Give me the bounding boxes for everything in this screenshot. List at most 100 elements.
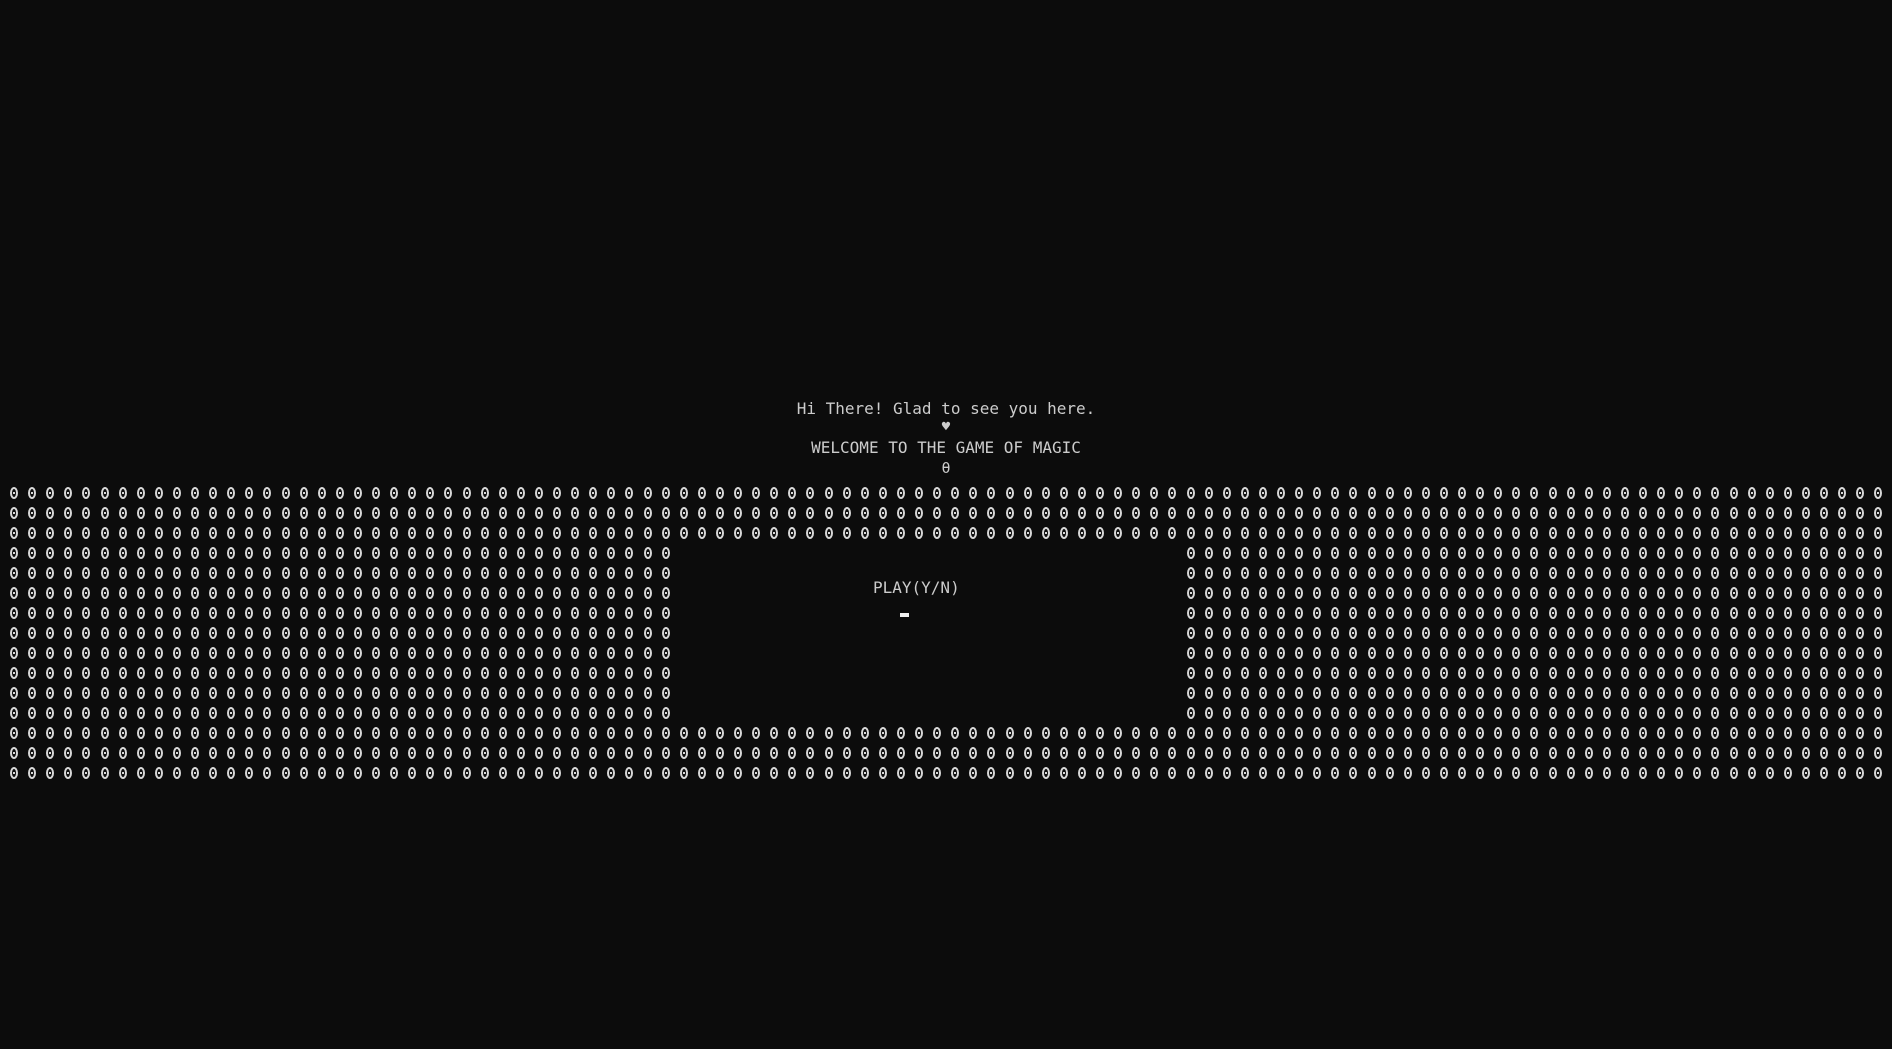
border-glyph bbox=[625, 547, 633, 559]
border-glyph bbox=[788, 767, 796, 779]
border-glyph bbox=[28, 547, 36, 559]
border-glyph bbox=[1060, 767, 1068, 779]
border-glyph bbox=[1838, 547, 1846, 559]
border-glyph bbox=[1132, 747, 1140, 759]
border-glyph bbox=[987, 767, 995, 779]
border-glyph bbox=[716, 747, 724, 759]
border-glyph bbox=[1784, 727, 1792, 739]
border-glyph bbox=[481, 527, 489, 539]
border-glyph bbox=[1748, 667, 1756, 679]
border-glyph bbox=[119, 587, 127, 599]
border-glyph bbox=[1404, 747, 1412, 759]
border-glyph bbox=[1422, 707, 1430, 719]
border-glyph bbox=[1494, 647, 1502, 659]
border-glyph bbox=[499, 487, 507, 499]
border-glyph bbox=[1711, 767, 1719, 779]
border-glyph bbox=[1675, 707, 1683, 719]
border-glyph bbox=[28, 527, 36, 539]
border-glyph bbox=[390, 647, 398, 659]
border-glyph bbox=[336, 727, 344, 739]
border-glyph bbox=[191, 547, 199, 559]
border-glyph bbox=[1657, 587, 1665, 599]
border-glyph bbox=[1494, 527, 1502, 539]
border-glyph bbox=[263, 747, 271, 759]
border-glyph bbox=[499, 647, 507, 659]
border-glyph bbox=[354, 487, 362, 499]
border-glyph bbox=[155, 587, 163, 599]
border-glyph bbox=[1404, 567, 1412, 579]
border-glyph bbox=[1277, 587, 1285, 599]
border-glyph bbox=[1585, 687, 1593, 699]
border-glyph bbox=[1784, 607, 1792, 619]
border-glyph bbox=[607, 707, 615, 719]
border-glyph bbox=[517, 527, 525, 539]
border-glyph bbox=[1114, 487, 1122, 499]
border-glyph bbox=[1042, 487, 1050, 499]
border-glyph bbox=[1711, 507, 1719, 519]
border-glyph bbox=[209, 647, 217, 659]
border-glyph bbox=[1874, 727, 1882, 739]
border-glyph bbox=[897, 527, 905, 539]
border-glyph bbox=[1693, 627, 1701, 639]
border-glyph bbox=[1675, 507, 1683, 519]
border-glyph bbox=[282, 747, 290, 759]
border-glyph bbox=[1675, 627, 1683, 639]
border-glyph bbox=[1458, 607, 1466, 619]
border-glyph bbox=[1368, 587, 1376, 599]
prompt-area[interactable] bbox=[668, 543, 1178, 719]
border-glyph bbox=[1223, 487, 1231, 499]
border-glyph bbox=[1313, 507, 1321, 519]
border-glyph bbox=[444, 527, 452, 539]
border-glyph bbox=[191, 687, 199, 699]
border-glyph bbox=[1368, 667, 1376, 679]
border-glyph bbox=[1549, 587, 1557, 599]
border-glyph bbox=[1187, 567, 1195, 579]
border-glyph bbox=[481, 507, 489, 519]
border-glyph bbox=[662, 727, 670, 739]
border-glyph bbox=[1042, 767, 1050, 779]
border-glyph bbox=[1006, 727, 1014, 739]
border-glyph bbox=[1422, 527, 1430, 539]
border-glyph bbox=[806, 487, 814, 499]
border-glyph bbox=[1096, 727, 1104, 739]
border-glyph bbox=[1693, 707, 1701, 719]
border-glyph bbox=[1603, 627, 1611, 639]
border-glyph bbox=[1150, 747, 1158, 759]
border-glyph bbox=[10, 687, 18, 699]
border-glyph bbox=[137, 507, 145, 519]
border-glyph bbox=[137, 487, 145, 499]
border-glyph bbox=[101, 687, 109, 699]
border-glyph bbox=[28, 647, 36, 659]
border-glyph bbox=[101, 487, 109, 499]
border-glyph bbox=[698, 767, 706, 779]
border-glyph bbox=[227, 687, 235, 699]
border-glyph bbox=[1476, 567, 1484, 579]
border-glyph bbox=[444, 547, 452, 559]
border-glyph bbox=[408, 687, 416, 699]
border-glyph bbox=[10, 507, 18, 519]
border-glyph bbox=[825, 507, 833, 519]
border-glyph bbox=[137, 627, 145, 639]
border-glyph bbox=[64, 707, 72, 719]
border-glyph bbox=[1639, 747, 1647, 759]
text-cursor[interactable] bbox=[900, 613, 909, 617]
border-glyph bbox=[1693, 727, 1701, 739]
border-glyph bbox=[987, 487, 995, 499]
border-glyph bbox=[1802, 607, 1810, 619]
border-glyph bbox=[752, 527, 760, 539]
border-glyph bbox=[607, 507, 615, 519]
border-glyph bbox=[390, 527, 398, 539]
border-glyph bbox=[1313, 747, 1321, 759]
border-glyph bbox=[1150, 527, 1158, 539]
border-glyph bbox=[1440, 707, 1448, 719]
border-glyph bbox=[1494, 487, 1502, 499]
border-glyph bbox=[1693, 507, 1701, 519]
border-glyph bbox=[1440, 627, 1448, 639]
border-glyph bbox=[1874, 747, 1882, 759]
border-glyph bbox=[933, 747, 941, 759]
border-glyph bbox=[173, 527, 181, 539]
border-glyph bbox=[1585, 747, 1593, 759]
border-glyph bbox=[155, 507, 163, 519]
border-glyph bbox=[1748, 587, 1756, 599]
border-glyph bbox=[463, 567, 471, 579]
